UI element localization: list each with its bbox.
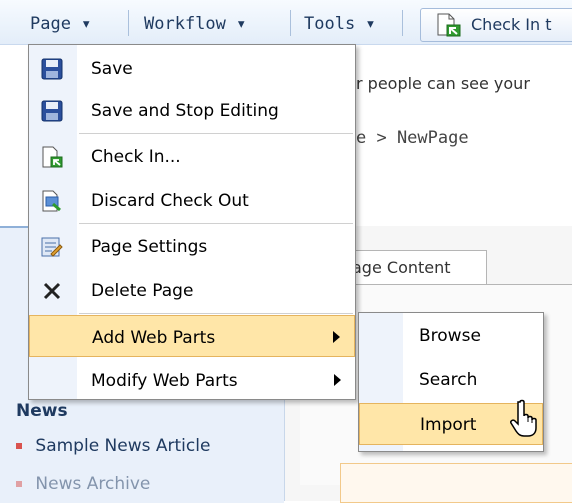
toolbar-separator xyxy=(128,10,129,36)
submenu-arrow-icon xyxy=(333,331,340,343)
toolbar-separator xyxy=(290,10,291,36)
news-link-item[interactable]: Sample News Article xyxy=(16,436,210,456)
news-link-item[interactable]: News Archive xyxy=(16,474,150,494)
bullet-icon xyxy=(16,481,22,487)
menu-item-label: Check In... xyxy=(91,147,181,167)
page-toolbar: Page ▾ Workflow ▾ Tools ▾ Check In t xyxy=(0,0,572,45)
menu-item-label: Save and Stop Editing xyxy=(91,101,279,121)
tools-menu-button[interactable]: Tools ▾ xyxy=(304,14,376,34)
menu-item-add-web-parts[interactable]: Add Web Parts xyxy=(29,315,355,357)
delete-icon xyxy=(43,282,61,300)
workflow-menu-button[interactable]: Workflow ▾ xyxy=(144,14,246,34)
submenu-item-browse[interactable]: Browse xyxy=(359,315,543,357)
tab-label: age Content xyxy=(352,258,451,277)
news-heading: News xyxy=(16,401,68,421)
breadcrumb: e > NewPage xyxy=(356,128,469,148)
submenu-item-search[interactable]: Search xyxy=(359,359,543,401)
save-stop-icon xyxy=(41,100,63,122)
check-in-icon xyxy=(42,146,63,168)
check-in-button[interactable]: Check In t xyxy=(420,8,572,42)
editing-notice: r people can see your xyxy=(356,74,530,93)
menu-item-delete-page[interactable]: Delete Page xyxy=(29,269,355,311)
tab-page-content[interactable]: age Content xyxy=(345,250,487,285)
hand-pointer-cursor-icon xyxy=(510,399,537,437)
menu-item-save-and-stop-editing[interactable]: Save and Stop Editing xyxy=(29,89,355,131)
menu-item-label: Delete Page xyxy=(91,281,194,301)
menu-item-label: Save xyxy=(91,59,133,79)
menu-item-label: Modify Web Parts xyxy=(91,371,238,391)
news-link: News Archive xyxy=(35,474,151,494)
toolbar-separator xyxy=(402,10,403,36)
check-in-icon xyxy=(437,13,461,37)
menu-item-label: Add Web Parts xyxy=(92,328,216,348)
menu-item-label: Page Settings xyxy=(91,237,208,257)
submenu-item-import[interactable]: Import xyxy=(359,399,543,445)
menu-item-modify-web-parts[interactable]: Modify Web Parts xyxy=(29,359,355,401)
menu-item-check-in[interactable]: Check In... xyxy=(29,135,355,177)
add-web-parts-submenu: Browse Search Import xyxy=(358,312,544,452)
menu-item-page-settings[interactable]: Page Settings xyxy=(29,225,355,267)
menu-item-discard-check-out[interactable]: Discard Check Out xyxy=(29,179,355,221)
menu-item-save[interactable]: Save xyxy=(29,47,355,89)
submenu-arrow-icon xyxy=(334,374,341,386)
discard-checkout-icon xyxy=(42,190,61,212)
page-menu-button[interactable]: Page ▾ xyxy=(30,14,91,34)
menu-separator xyxy=(79,223,353,224)
web-part-placeholder xyxy=(340,463,572,503)
news-link: Sample News Article xyxy=(35,436,211,456)
save-icon xyxy=(41,58,63,80)
submenu-item-label: Search xyxy=(419,370,478,390)
submenu-item-label: Import xyxy=(420,415,477,435)
page-dropdown-menu: Save Save and Stop Editing Check In... D… xyxy=(28,44,356,400)
check-in-label: Check In t xyxy=(471,15,552,34)
bullet-icon xyxy=(16,443,22,449)
menu-item-label: Discard Check Out xyxy=(91,191,249,211)
menu-separator xyxy=(79,133,353,134)
submenu-item-label: Browse xyxy=(419,326,481,346)
page-settings-icon xyxy=(41,237,63,257)
menu-separator xyxy=(79,313,353,314)
